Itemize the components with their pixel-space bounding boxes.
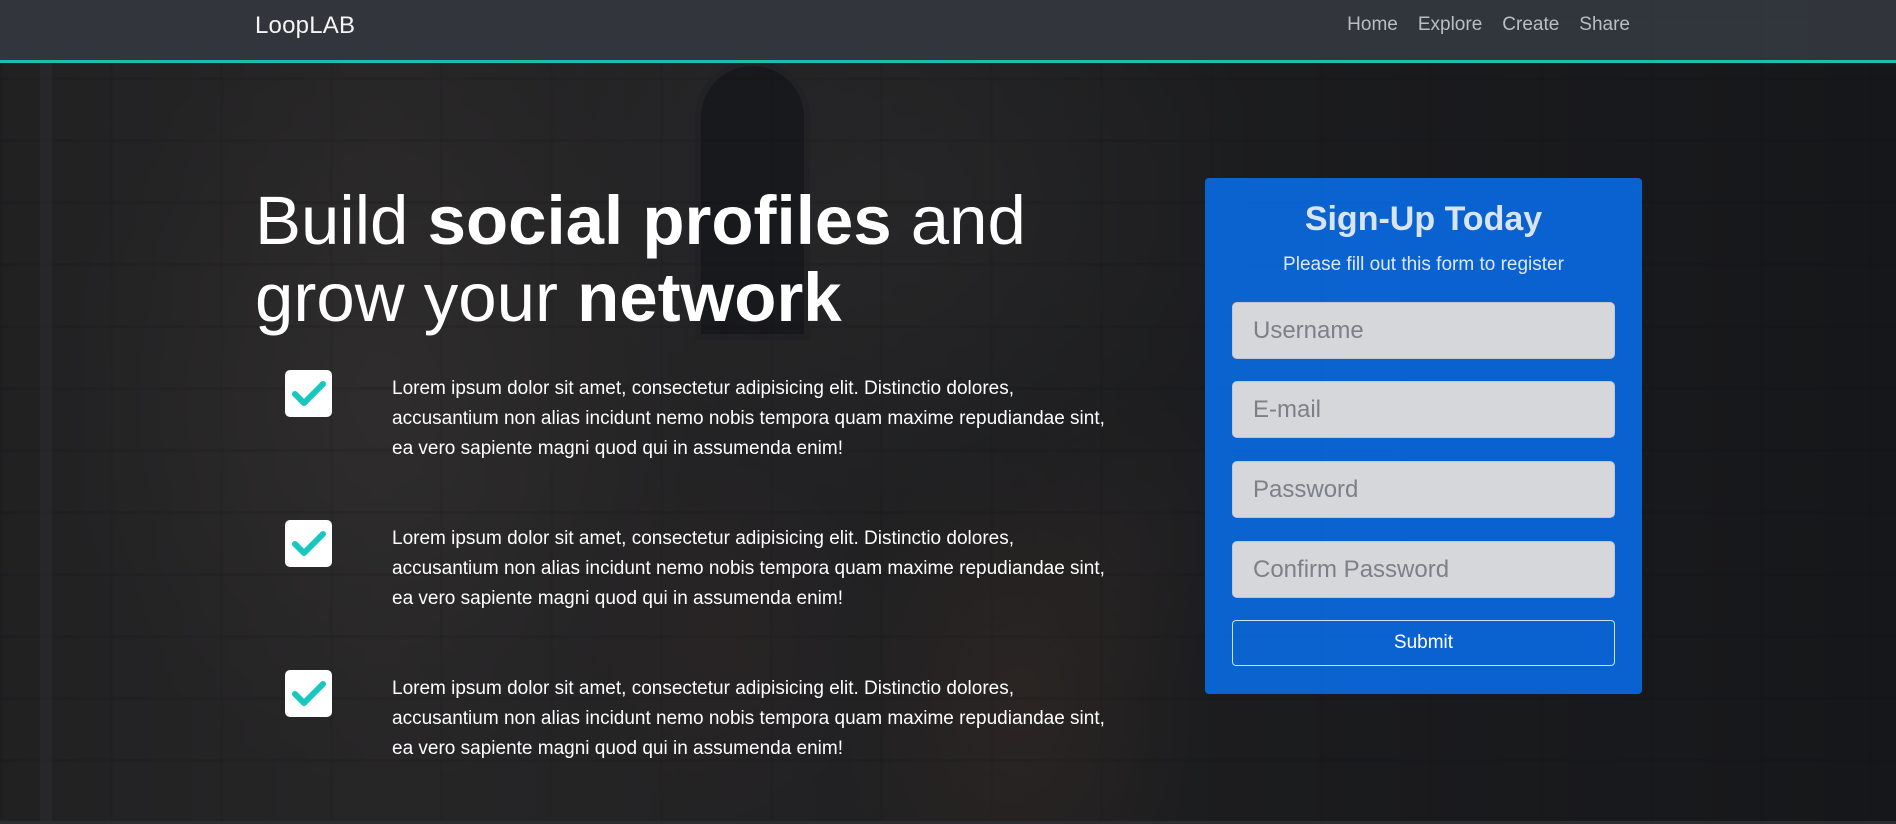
feature-item: Lorem ipsum dolor sit amet, consectetur … bbox=[285, 670, 1125, 820]
signup-card: Sign-Up Today Please fill out this form … bbox=[1205, 178, 1642, 694]
nav-link-home[interactable]: Home bbox=[1347, 14, 1398, 36]
confirm-password-input[interactable] bbox=[1232, 541, 1615, 598]
signup-subtitle: Please fill out this form to register bbox=[1283, 254, 1564, 275]
submit-button[interactable]: Submit bbox=[1232, 620, 1615, 666]
feature-text: Lorem ipsum dolor sit amet, consectetur … bbox=[392, 678, 1105, 759]
username-input[interactable] bbox=[1232, 302, 1615, 359]
hero-title-part1: Build bbox=[255, 182, 428, 259]
brand-logo[interactable]: LoopLAB bbox=[255, 12, 355, 40]
feature-text: Lorem ipsum dolor sit amet, consectetur … bbox=[392, 378, 1105, 459]
feature-item: Lorem ipsum dolor sit amet, consectetur … bbox=[285, 520, 1125, 670]
check-icon bbox=[285, 370, 332, 417]
nav-link-share[interactable]: Share bbox=[1579, 14, 1630, 36]
feature-item: Lorem ipsum dolor sit amet, consectetur … bbox=[285, 370, 1125, 520]
check-icon bbox=[285, 520, 332, 567]
hero-title-bold1: social profiles bbox=[427, 182, 892, 259]
password-input[interactable] bbox=[1232, 461, 1615, 518]
hero-headline: Build social profiles and grow your netw… bbox=[255, 182, 1155, 336]
feature-list: Lorem ipsum dolor sit amet, consectetur … bbox=[285, 370, 1125, 820]
nav-link-explore[interactable]: Explore bbox=[1418, 14, 1482, 36]
feature-text: Lorem ipsum dolor sit amet, consectetur … bbox=[392, 528, 1105, 609]
check-icon bbox=[285, 670, 332, 717]
email-input[interactable] bbox=[1232, 381, 1615, 438]
nav-link-create[interactable]: Create bbox=[1502, 14, 1559, 36]
signup-title: Sign-Up Today bbox=[1304, 200, 1543, 238]
nav-links: Home Explore Create Share bbox=[1347, 14, 1630, 36]
top-navbar: LoopLAB Home Explore Create Share bbox=[0, 0, 1896, 63]
hero-title-bold2: network bbox=[577, 259, 842, 336]
